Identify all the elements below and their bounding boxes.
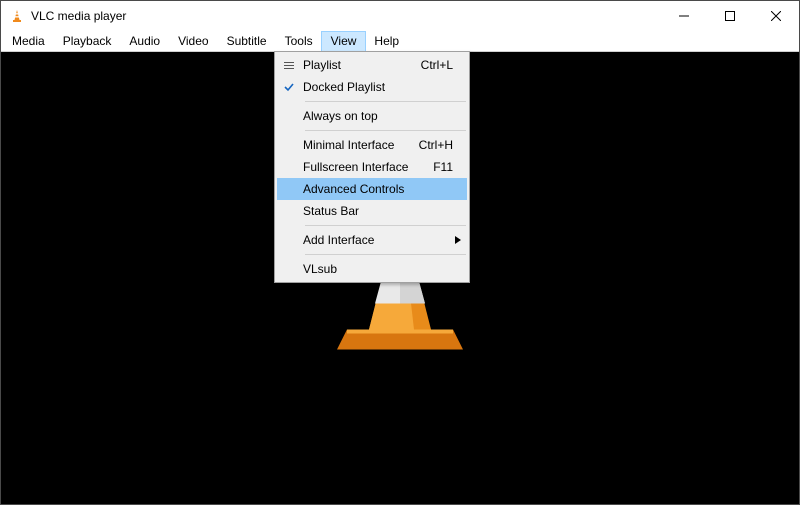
- app-icon-cone: [9, 8, 25, 24]
- window-title: VLC media player: [31, 9, 126, 23]
- view-item-playlist[interactable]: Playlist Ctrl+L: [277, 54, 467, 76]
- view-item-status-bar[interactable]: Status Bar: [277, 200, 467, 222]
- close-button[interactable]: [753, 1, 799, 31]
- view-item-advanced-controls[interactable]: Advanced Controls: [277, 178, 467, 200]
- view-item-minimal-interface[interactable]: Minimal Interface Ctrl+H: [277, 134, 467, 156]
- menu-help[interactable]: Help: [365, 32, 408, 51]
- view-dropdown: Playlist Ctrl+L Docked Playlist Always o…: [274, 51, 470, 283]
- view-item-fullscreen-interface[interactable]: Fullscreen Interface F11: [277, 156, 467, 178]
- titlebar: VLC media player: [1, 1, 799, 31]
- menu-audio[interactable]: Audio: [120, 32, 169, 51]
- view-item-add-interface[interactable]: Add Interface: [277, 229, 467, 251]
- menu-tools[interactable]: Tools: [276, 32, 322, 51]
- app-window: VLC media player Media Playback Audio Vi…: [0, 0, 800, 505]
- menu-subtitle[interactable]: Subtitle: [218, 32, 276, 51]
- window-controls: [661, 1, 799, 31]
- menu-media[interactable]: Media: [3, 32, 54, 51]
- view-item-always-on-top[interactable]: Always on top: [277, 105, 467, 127]
- menu-playback[interactable]: Playback: [54, 32, 121, 51]
- menu-separator: [305, 225, 466, 226]
- submenu-arrow-icon: [455, 233, 461, 247]
- menu-separator: [305, 101, 466, 102]
- menu-separator: [305, 254, 466, 255]
- maximize-button[interactable]: [707, 1, 753, 31]
- menu-separator: [305, 130, 466, 131]
- view-item-vlsub[interactable]: VLsub: [277, 258, 467, 280]
- menubar: Media Playback Audio Video Subtitle Tool…: [1, 31, 799, 52]
- minimize-button[interactable]: [661, 1, 707, 31]
- list-icon: [277, 62, 301, 69]
- menu-video[interactable]: Video: [169, 32, 217, 51]
- view-item-docked-playlist[interactable]: Docked Playlist: [277, 76, 467, 98]
- menu-view[interactable]: View: [322, 32, 366, 51]
- checkmark-icon: [277, 81, 301, 93]
